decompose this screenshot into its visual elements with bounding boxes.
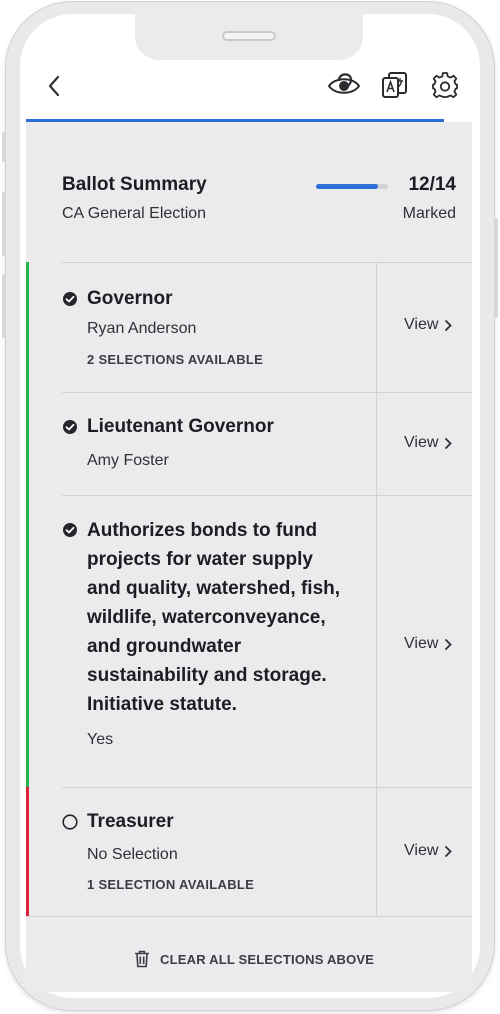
chevron-right-icon: [445, 319, 453, 331]
row-divider: [62, 495, 472, 496]
column-divider: [376, 392, 377, 495]
check-circle-icon: [63, 523, 77, 537]
marked-label: Marked: [402, 205, 456, 222]
page-title: Ballot Summary: [62, 174, 207, 195]
contest-selection: Ryan Anderson: [87, 320, 197, 337]
side-button: [2, 132, 6, 162]
contest-title: Treasurer: [87, 811, 174, 832]
view-label: View: [404, 842, 439, 859]
contest-selection: Amy Foster: [87, 452, 169, 469]
contest-title: Governor: [87, 288, 173, 309]
check-circle-icon: [63, 420, 77, 434]
column-divider: [376, 495, 377, 787]
contest-title: Authorizes bonds to fund projects for wa…: [87, 520, 341, 715]
view-label: View: [404, 434, 439, 451]
column-divider: [376, 262, 377, 393]
trash-icon: [135, 950, 149, 968]
back-icon: [48, 75, 60, 97]
chevron-right-icon: [445, 638, 453, 650]
power-button: [494, 218, 498, 318]
view-button[interactable]: View: [404, 434, 453, 452]
row-divider: [62, 392, 472, 393]
status-bar: [26, 495, 29, 787]
status-bar: [26, 262, 29, 393]
settings-icon: [432, 72, 458, 99]
view-button[interactable]: View: [404, 842, 453, 860]
view-button[interactable]: View: [404, 635, 453, 653]
audio-visibility-button[interactable]: [326, 68, 362, 102]
view-label: View: [404, 316, 439, 333]
row-divider: [62, 262, 472, 263]
contest-row-governor[interactable]: Governor Ryan Anderson 2 SELECTIONS AVAI…: [26, 262, 472, 393]
check-circle-icon: [63, 292, 77, 306]
selections-available: 1 SELECTION AVAILABLE: [87, 877, 255, 892]
side-button: [2, 274, 6, 338]
contest-selection: No Selection: [87, 846, 178, 863]
contest-row-lieutenant-governor[interactable]: Lieutenant Governor Amy Foster View: [26, 392, 472, 495]
language-translate-icon: [382, 72, 407, 98]
clear-all-label: CLEAR ALL SELECTIONS ABOVE: [160, 951, 375, 967]
view-button[interactable]: View: [404, 316, 453, 334]
election-name: CA General Election: [62, 205, 207, 222]
audio-visibility-icon: [327, 73, 361, 94]
marked-count: 12/14: [408, 174, 456, 195]
settings-button[interactable]: [428, 68, 462, 102]
status-bar: [26, 392, 29, 495]
contest-title: Lieutenant Governor: [87, 416, 274, 437]
back-button[interactable]: [40, 72, 68, 100]
empty-circle-icon: [62, 814, 78, 830]
status-bar: [26, 787, 29, 916]
chevron-right-icon: [445, 845, 453, 857]
contest-row-treasurer[interactable]: Treasurer No Selection 1 SELECTION AVAIL…: [26, 787, 472, 916]
chevron-right-icon: [445, 437, 453, 449]
row-divider: [62, 787, 472, 788]
selections-available: 2 SELECTIONS AVAILABLE: [87, 352, 264, 367]
view-label: View: [404, 635, 439, 652]
phone-speaker: [222, 31, 276, 41]
app-header: [26, 60, 472, 122]
column-divider: [376, 787, 377, 916]
side-button: [2, 192, 6, 256]
contest-row-water-bond-proposition[interactable]: Authorizes bonds to fund projects for wa…: [26, 495, 472, 787]
progress-fill: [316, 184, 378, 189]
language-button[interactable]: [378, 68, 412, 102]
progress-bar: [316, 184, 388, 189]
contest-selection: Yes: [87, 731, 114, 748]
clear-all-selections-button[interactable]: CLEAR ALL SELECTIONS ABOVE: [134, 950, 374, 968]
